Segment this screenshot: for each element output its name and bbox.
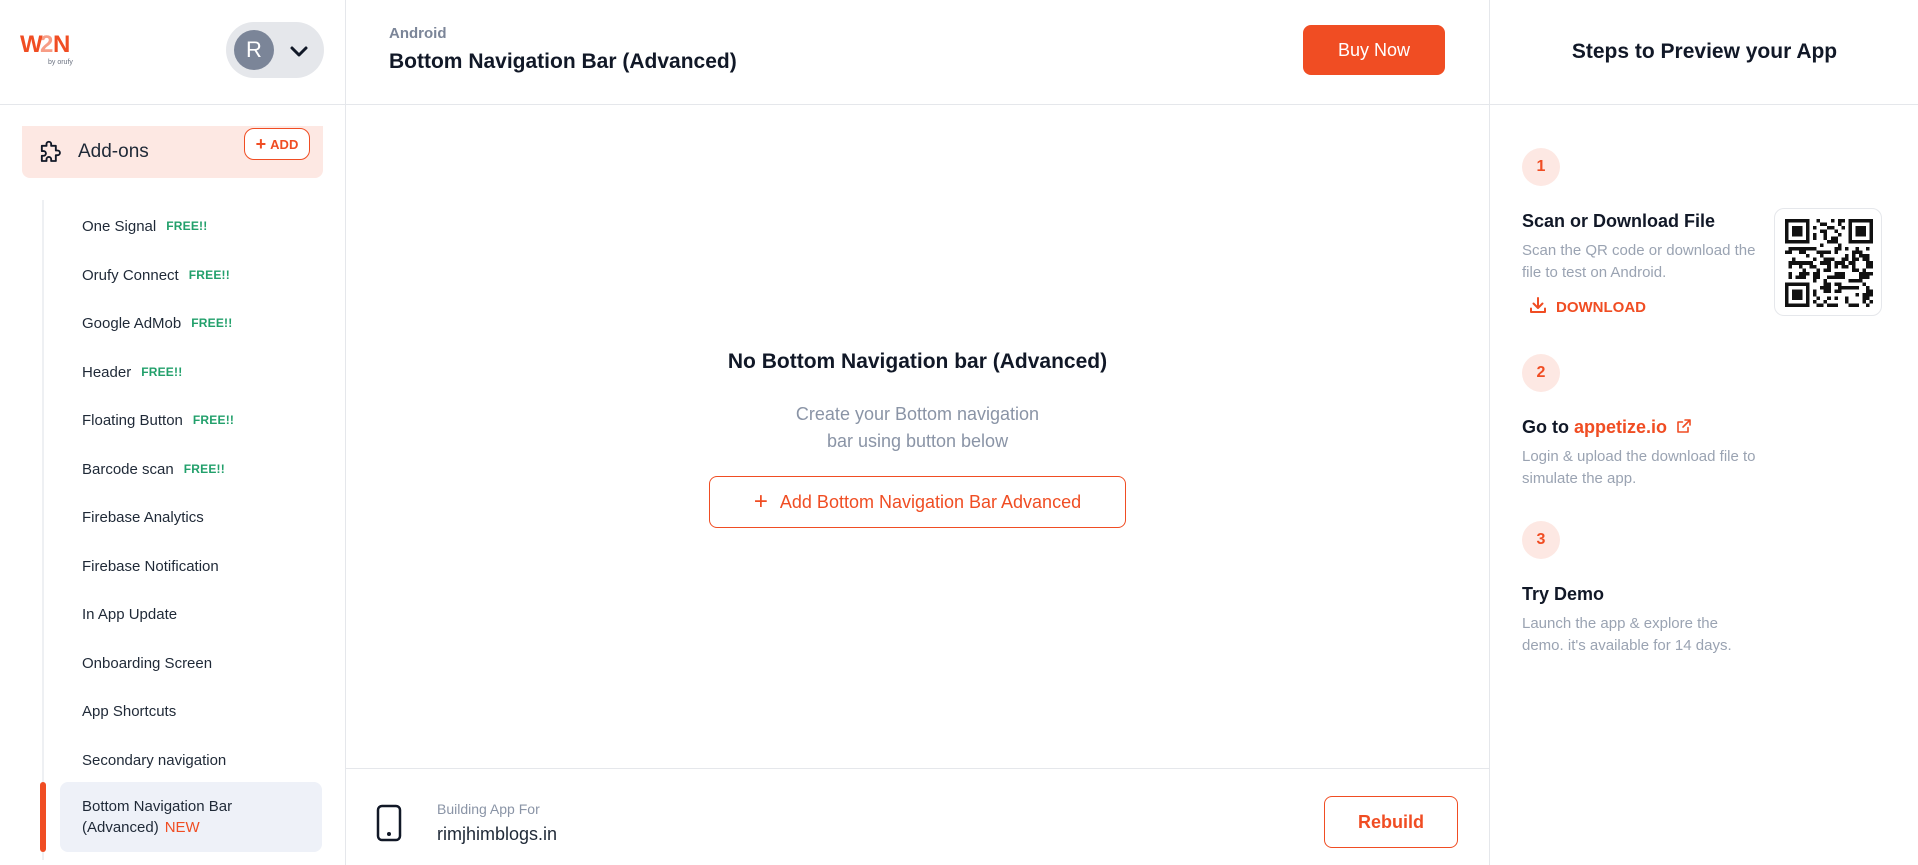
step-title: Scan or Download File xyxy=(1522,211,1716,231)
sidebar-item-label: Onboarding Screen xyxy=(82,654,213,672)
main-content: No Bottom Navigation bar (Advanced) Crea… xyxy=(346,105,1489,768)
svg-text:N: N xyxy=(53,31,70,58)
preview-panel-title: Steps to Preview your App xyxy=(1490,0,1918,105)
step-description: Login & upload the download file to simu… xyxy=(1522,448,1756,487)
empty-state-title: No Bottom Navigation bar (Advanced) xyxy=(727,350,1108,373)
sidebar-item-firebase-notification[interactable]: Firebase Notification xyxy=(60,544,322,588)
external-link-icon[interactable] xyxy=(1676,418,1692,439)
sidebar-item-label: Barcode scan xyxy=(82,460,174,478)
sidebar-item-orufy-connect[interactable]: Orufy Connect FREE!! xyxy=(60,253,322,297)
sidebar-item-label: One Signal xyxy=(82,217,157,235)
sidebar-item-label: Orufy Connect xyxy=(82,266,179,284)
sidebar-item-app-shortcuts[interactable]: App Shortcuts xyxy=(60,689,322,733)
download-link[interactable]: DOWNLOAD xyxy=(1528,295,1646,319)
phone-icon xyxy=(376,804,402,842)
addons-label: Add-ons xyxy=(78,141,149,162)
sidebar-item-label: Google AdMob xyxy=(82,314,182,332)
plus-icon: + xyxy=(753,488,768,515)
download-icon xyxy=(1528,295,1548,319)
nav-track xyxy=(42,200,44,860)
svg-text:by orufy: by orufy xyxy=(48,59,73,66)
building-app-label: Building App For xyxy=(437,801,540,817)
sidebar-item-label: Floating Button xyxy=(82,411,183,429)
free-badge: FREE!! xyxy=(166,219,208,233)
app-domain: rimjhimblogs.in xyxy=(437,824,558,844)
build-footer: Building App For rimjhimblogs.in Rebuild xyxy=(346,768,1489,865)
add-addon-label: ADD xyxy=(270,136,299,152)
step-description: Scan the QR code or download the file to… xyxy=(1522,242,1756,281)
addons-section-header[interactable]: Add-ons + ADD xyxy=(22,126,323,178)
step-number: 3 xyxy=(1522,521,1560,559)
active-indicator xyxy=(40,782,46,852)
appetize-link[interactable]: appetize.io xyxy=(1574,417,1667,437)
sidebar-top: W 2 N by orufy R xyxy=(0,0,345,105)
rebuild-button[interactable]: Rebuild xyxy=(1324,796,1458,848)
add-addon-button[interactable]: + ADD xyxy=(244,128,310,160)
free-badge: FREE!! xyxy=(192,413,235,427)
sidebar-item-in-app-update[interactable]: In App Update xyxy=(60,592,322,636)
step-title: Go to appetize.io xyxy=(1522,417,1692,439)
platform-label: Android xyxy=(389,25,447,42)
user-menu[interactable]: R xyxy=(226,22,324,78)
sidebar-item-label: App Shortcuts xyxy=(82,702,177,720)
empty-state-subtitle: Create your Bottom navigation bar using … xyxy=(795,404,1040,451)
sidebar-item-floating-button[interactable]: Floating Button FREE!! xyxy=(60,398,322,442)
free-badge: FREE!! xyxy=(183,462,225,476)
sidebar-item-label: Firebase Analytics xyxy=(82,508,204,526)
puzzle-icon xyxy=(36,140,64,168)
sidebar-item-one-signal[interactable]: One Signal FREE!! xyxy=(60,204,322,248)
step-description: Launch the app & explore the demo. it's … xyxy=(1522,615,1732,654)
download-label: DOWNLOAD xyxy=(1556,298,1646,316)
sidebar-item-label: Secondary navigation xyxy=(82,751,227,769)
sidebar-item-label: Firebase Notification xyxy=(82,557,219,575)
sidebar-item-secondary-navigation[interactable]: Secondary navigation xyxy=(60,738,322,782)
brand-logo[interactable]: W 2 N by orufy xyxy=(20,30,90,70)
free-badge: FREE!! xyxy=(141,365,183,379)
add-bottom-navigation-bar-label: Add Bottom Navigation Bar Advanced xyxy=(779,491,1082,512)
preview-panel: Steps to Preview your App 1 Scan or Down… xyxy=(1489,0,1918,865)
new-badge: NEW xyxy=(164,819,200,836)
main-header: Android Bottom Navigation Bar (Advanced)… xyxy=(346,0,1489,105)
sidebar-item-header[interactable]: Header FREE!! xyxy=(60,350,322,394)
sidebar-item-bottom-navigation-bar-advanced[interactable]: Bottom Navigation Bar (Advanced) NEW xyxy=(60,782,322,852)
sidebar-item-label: Bottom Navigation Bar (Advanced) NEW xyxy=(82,798,233,836)
sidebar-item-google-admob[interactable]: Google AdMob FREE!! xyxy=(60,301,322,345)
chevron-down-icon xyxy=(288,40,310,62)
free-badge: FREE!! xyxy=(191,316,233,330)
qr-code xyxy=(1774,208,1882,316)
sidebar-item-label: In App Update xyxy=(82,605,178,623)
sidebar-item-firebase-analytics[interactable]: Firebase Analytics xyxy=(60,495,322,539)
sidebar-item-onboarding-screen[interactable]: Onboarding Screen xyxy=(60,641,322,685)
add-bottom-navigation-bar-button[interactable]: + Add Bottom Navigation Bar Advanced xyxy=(709,476,1126,528)
sidebar: W 2 N by orufy R Add-ons + ADD One Signa… xyxy=(0,0,346,865)
step-title: Try Demo xyxy=(1522,584,1605,604)
step-number: 1 xyxy=(1522,148,1560,186)
avatar: R xyxy=(234,30,274,70)
free-badge: FREE!! xyxy=(188,268,230,282)
step-number: 2 xyxy=(1522,354,1560,392)
plus-icon: + xyxy=(255,134,267,154)
sidebar-item-label: Header xyxy=(82,363,132,381)
buy-now-button[interactable]: Buy Now xyxy=(1303,25,1445,75)
svg-text:2: 2 xyxy=(40,31,53,58)
sidebar-item-barcode-scan[interactable]: Barcode scan FREE!! xyxy=(60,447,322,491)
page-title: Bottom Navigation Bar (Advanced) xyxy=(389,50,737,73)
